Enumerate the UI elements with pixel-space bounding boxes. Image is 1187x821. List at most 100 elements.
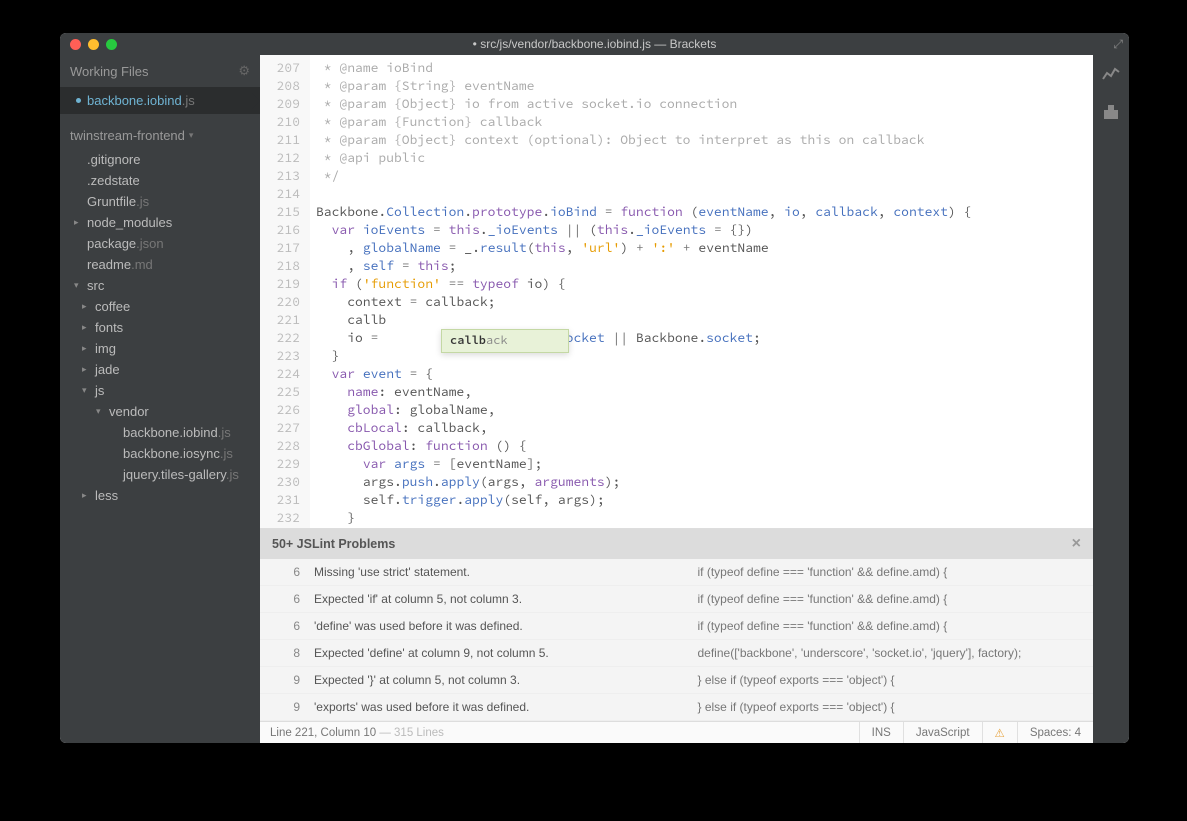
- file-name: node_modules: [87, 215, 172, 230]
- warning-icon[interactable]: ⚠: [982, 722, 1017, 743]
- code-line[interactable]: var event = {: [316, 365, 1093, 383]
- code-line[interactable]: }: [316, 509, 1093, 527]
- code-line[interactable]: , self = this;: [316, 257, 1093, 275]
- disclosure-icon: ▸: [82, 343, 92, 354]
- code-line[interactable]: , globalName = _.result(this, 'url') + '…: [316, 239, 1093, 257]
- line-gutter: 2072082092102112122132142152162172182192…: [260, 55, 310, 528]
- code-line[interactable]: name: eventName,: [316, 383, 1093, 401]
- problem-row[interactable]: 9'exports' was used before it was define…: [260, 694, 1093, 721]
- problem-row[interactable]: 6Expected 'if' at column 5, not column 3…: [260, 586, 1093, 613]
- file-name: less: [95, 488, 118, 503]
- tree-item[interactable]: ▸fonts: [60, 317, 260, 338]
- file-name: Gruntfile.js: [87, 194, 149, 209]
- code-line[interactable]: args.push.apply(args, arguments);: [316, 473, 1093, 491]
- code-line[interactable]: global: globalName,: [316, 401, 1093, 419]
- tree-item[interactable]: backbone.iobind.js: [60, 422, 260, 443]
- file-name: img: [95, 341, 116, 356]
- tree-item[interactable]: jquery.tiles-gallery.js: [60, 464, 260, 485]
- code-line[interactable]: var args = [eventName];: [316, 455, 1093, 473]
- tree-item[interactable]: ▸img: [60, 338, 260, 359]
- code-line[interactable]: }: [316, 347, 1093, 365]
- extension-manager-icon[interactable]: [1103, 104, 1119, 125]
- disclosure-icon: ▾: [82, 385, 92, 396]
- tree-item[interactable]: ▸jade: [60, 359, 260, 380]
- code-line[interactable]: [316, 185, 1093, 203]
- zoom-icon[interactable]: [106, 39, 117, 50]
- code-line[interactable]: callb: [316, 311, 1093, 329]
- file-name: jade: [95, 362, 120, 377]
- titlebar: • src/js/vendor/backbone.iobind.js — Bra…: [60, 33, 1129, 55]
- code-line[interactable]: var ioEvents = this._ioEvents || (this._…: [316, 221, 1093, 239]
- code-line[interactable]: * @param {Object} io from active socket.…: [316, 95, 1093, 113]
- code-line[interactable]: context = callback;: [316, 293, 1093, 311]
- file-name: vendor: [109, 404, 149, 419]
- minimize-icon[interactable]: [88, 39, 99, 50]
- code-area[interactable]: * @name ioBind * @param {String} eventNa…: [310, 55, 1093, 528]
- tree-item[interactable]: Gruntfile.js: [60, 191, 260, 212]
- disclosure-icon: ▸: [82, 364, 92, 375]
- main-area: 2072082092102112122132142152162172182192…: [260, 55, 1093, 743]
- code-line[interactable]: */: [316, 167, 1093, 185]
- code-line[interactable]: self.trigger.apply(self, args);: [316, 491, 1093, 509]
- problem-code: } else if (typeof exports === 'object') …: [698, 700, 1082, 714]
- file-name: backbone.iobind.js: [123, 425, 231, 440]
- file-tree: .gitignore.zedstateGruntfile.js▸node_mod…: [60, 149, 260, 743]
- file-name: .zedstate: [87, 173, 140, 188]
- problem-row[interactable]: 6'define' was used before it was defined…: [260, 613, 1093, 640]
- fullscreen-icon[interactable]: ⤢: [1113, 37, 1123, 52]
- tree-item[interactable]: ▾src: [60, 275, 260, 296]
- file-name: js: [95, 383, 104, 398]
- tree-item[interactable]: ▸less: [60, 485, 260, 506]
- problem-line: 9: [272, 673, 300, 687]
- editor[interactable]: 2072082092102112122132142152162172182192…: [260, 55, 1093, 528]
- code-hint[interactable]: callback: [441, 329, 569, 353]
- code-line[interactable]: * @param {Object} context (optional): Ob…: [316, 131, 1093, 149]
- disclosure-icon: ▾: [96, 406, 106, 417]
- code-line[interactable]: io = ndow.socket || Backbone.socket;: [316, 329, 1093, 347]
- tree-item[interactable]: ▸node_modules: [60, 212, 260, 233]
- gear-icon[interactable]: ⚙: [238, 63, 250, 79]
- code-line[interactable]: cbGlobal: function () {: [316, 437, 1093, 455]
- code-line[interactable]: * @name ioBind: [316, 59, 1093, 77]
- file-name: jquery.tiles-gallery.js: [123, 467, 239, 482]
- live-preview-icon[interactable]: [1102, 67, 1120, 86]
- problem-row[interactable]: 6Missing 'use strict' statement.if (type…: [260, 559, 1093, 586]
- total-lines: — 315 Lines: [376, 727, 444, 739]
- code-line[interactable]: if ('function' == typeof io) {: [316, 275, 1093, 293]
- problem-line: 6: [272, 565, 300, 579]
- problem-line: 8: [272, 646, 300, 660]
- tree-item[interactable]: .zedstate: [60, 170, 260, 191]
- code-line[interactable]: cbLocal: callback,: [316, 419, 1093, 437]
- problem-message: Expected 'define' at column 9, not colum…: [314, 646, 698, 660]
- dirty-dot-icon: [76, 98, 81, 103]
- cursor-position: Line 221, Column 10: [270, 727, 376, 739]
- tree-item[interactable]: ▾js: [60, 380, 260, 401]
- insert-mode[interactable]: INS: [859, 722, 903, 743]
- problems-title: 50+ JSLint Problems: [272, 537, 395, 551]
- language-mode[interactable]: JavaScript: [903, 722, 982, 743]
- indent-setting[interactable]: Spaces: 4: [1017, 722, 1093, 743]
- problem-code: define(['backbone', 'underscore', 'socke…: [698, 646, 1082, 660]
- tree-item[interactable]: readme.md: [60, 254, 260, 275]
- tree-item[interactable]: backbone.iosync.js: [60, 443, 260, 464]
- working-file-item[interactable]: backbone.iobind.js: [60, 87, 260, 114]
- problem-row[interactable]: 9Expected '}' at column 5, not column 3.…: [260, 667, 1093, 694]
- close-icon[interactable]: [70, 39, 81, 50]
- problem-code: if (typeof define === 'function' && defi…: [698, 619, 1082, 633]
- file-name: backbone.iosync.js: [123, 446, 233, 461]
- tree-item[interactable]: ▾vendor: [60, 401, 260, 422]
- close-icon[interactable]: ×: [1072, 535, 1081, 553]
- code-line[interactable]: * @param {Function} callback: [316, 113, 1093, 131]
- problem-row[interactable]: 8 Expected 'define' at column 9, not colu…: [260, 640, 1093, 667]
- app-window: • src/js/vendor/backbone.iobind.js — Bra…: [60, 33, 1129, 743]
- code-line[interactable]: Backbone.Collection.prototype.ioBind = f…: [316, 203, 1093, 221]
- file-name: .gitignore: [87, 152, 140, 167]
- tree-item[interactable]: package.json: [60, 233, 260, 254]
- tree-item[interactable]: ▸coffee: [60, 296, 260, 317]
- disclosure-icon: ▸: [82, 322, 92, 333]
- code-line[interactable]: * @api public: [316, 149, 1093, 167]
- tree-item[interactable]: .gitignore: [60, 149, 260, 170]
- project-selector[interactable]: twinstream-frontend ▾: [60, 114, 260, 149]
- code-line[interactable]: * @param {String} eventName: [316, 77, 1093, 95]
- problem-code: } else if (typeof exports === 'object') …: [698, 673, 1082, 687]
